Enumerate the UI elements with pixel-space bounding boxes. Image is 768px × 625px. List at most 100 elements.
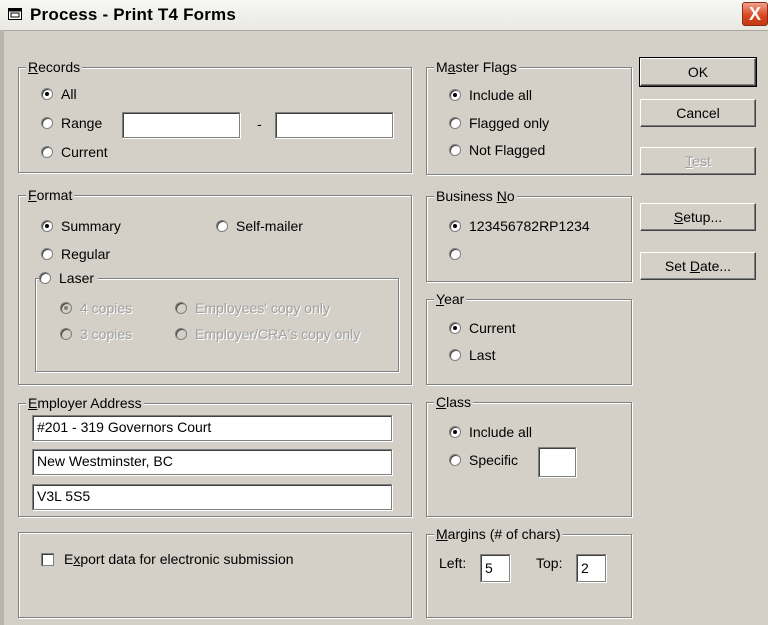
year-last-radio[interactable]: Last xyxy=(449,346,495,364)
ok-button[interactable]: OK xyxy=(639,57,757,87)
year-current-label: Current xyxy=(469,320,516,336)
radio-indicator xyxy=(449,89,461,101)
class-group: Class Include all Specific xyxy=(426,394,632,517)
class-include-all-label: Include all xyxy=(469,424,533,440)
radio-indicator xyxy=(449,248,461,260)
window-title: Process - Print T4 Forms xyxy=(30,5,237,24)
radio-indicator xyxy=(175,328,187,340)
master-not-flagged-label: Not Flagged xyxy=(469,142,546,158)
radio-indicator xyxy=(41,248,53,260)
business-no-option-1-label: 123456782RP1234 xyxy=(469,218,590,234)
format-laser-radio[interactable]: Laser xyxy=(39,269,99,287)
checkbox-indicator xyxy=(41,552,54,566)
master-flagged-only-radio[interactable]: Flagged only xyxy=(449,114,549,132)
format-group: Format Summary Self-mailer Regular Laser… xyxy=(18,187,412,385)
format-regular-label: Regular xyxy=(61,246,111,262)
laser-employees-copy-label: Employees' copy only xyxy=(195,300,330,316)
format-self-mailer-radio[interactable]: Self-mailer xyxy=(216,217,303,235)
radio-indicator xyxy=(449,349,461,361)
business-no-group: Business No 123456782RP1234 xyxy=(426,188,632,282)
format-summary-label: Summary xyxy=(61,218,121,234)
radio-indicator xyxy=(41,146,53,158)
radio-indicator xyxy=(60,302,72,314)
records-all-radio[interactable]: All xyxy=(41,85,77,103)
year-last-label: Last xyxy=(469,347,496,363)
export-group: Export data for electronic submission xyxy=(18,532,412,618)
year-group: Year Current Last xyxy=(426,291,632,385)
year-legend: Year xyxy=(434,291,467,307)
business-no-option-2-radio[interactable] xyxy=(449,245,469,263)
export-checkbox[interactable]: Export data for electronic submission xyxy=(41,550,294,568)
laser-employees-copy-radio: Employees' copy only xyxy=(175,299,330,317)
format-regular-radio[interactable]: Regular xyxy=(41,245,110,263)
records-group: Records All Range - Current xyxy=(18,59,412,173)
margins-left-label: Left: xyxy=(439,555,467,571)
test-button[interactable]: Test xyxy=(640,147,756,175)
laser-3-copies-radio: 3 copies xyxy=(60,325,132,343)
records-current-radio[interactable]: Current xyxy=(41,143,108,161)
laser-4-copies-radio: 4 copies xyxy=(60,299,132,317)
class-specific-radio[interactable]: Specific xyxy=(449,451,518,469)
setup-button[interactable]: Setup... xyxy=(640,203,756,231)
radio-indicator xyxy=(449,220,461,232)
class-legend: Class xyxy=(434,394,474,410)
radio-indicator xyxy=(60,328,72,340)
records-legend: Records xyxy=(26,59,83,75)
cancel-button[interactable]: Cancel xyxy=(640,99,756,127)
master-flags-legend: Master Flags xyxy=(434,59,519,75)
master-flagged-only-label: Flagged only xyxy=(469,115,550,131)
radio-indicator xyxy=(449,454,461,466)
laser-employer-cra-copy-label: Employer/CRA's copy only xyxy=(195,326,361,342)
employer-address-group: Employer Address #201 - 319 Governors Co… xyxy=(18,395,412,517)
master-flags-group: Master Flags Include all Flagged only No… xyxy=(426,59,632,175)
radio-indicator xyxy=(449,322,461,334)
range-to-input[interactable] xyxy=(275,112,393,138)
margins-left-input[interactable]: 5 xyxy=(480,554,510,582)
business-no-option-1-radio[interactable]: 123456782RP1234 xyxy=(449,217,590,235)
radio-indicator xyxy=(449,426,461,438)
close-button[interactable]: X xyxy=(742,2,768,26)
range-from-input[interactable] xyxy=(122,112,240,138)
laser-employer-cra-copy-radio: Employer/CRA's copy only xyxy=(175,325,360,343)
export-label: Export data for electronic submission xyxy=(64,551,294,567)
class-include-all-radio[interactable]: Include all xyxy=(449,423,532,441)
radio-indicator xyxy=(449,117,461,129)
laser-3-copies-label: 3 copies xyxy=(80,326,133,342)
format-laser-label: Laser xyxy=(59,270,95,286)
radio-indicator xyxy=(41,117,53,129)
radio-indicator xyxy=(41,220,53,232)
range-dash: - xyxy=(257,116,262,132)
radio-indicator xyxy=(175,302,187,314)
window-frame xyxy=(0,30,4,625)
master-not-flagged-radio[interactable]: Not Flagged xyxy=(449,141,545,159)
format-self-mailer-label: Self-mailer xyxy=(236,218,303,234)
margins-top-label: Top: xyxy=(536,555,563,571)
radio-indicator xyxy=(449,144,461,156)
records-all-label: All xyxy=(61,86,77,102)
close-icon: X xyxy=(748,4,761,24)
address-line-3-input[interactable]: V3L 5S5 xyxy=(32,484,392,510)
format-summary-radio[interactable]: Summary xyxy=(41,217,121,235)
radio-indicator xyxy=(216,220,228,232)
master-include-all-label: Include all xyxy=(469,87,533,103)
radio-indicator xyxy=(39,272,51,284)
format-legend: Format xyxy=(26,187,75,203)
laser-4-copies-label: 4 copies xyxy=(80,300,133,316)
margins-group: Margins (# of chars) Left: 5 Top: 2 xyxy=(426,526,632,618)
address-line-2-input[interactable]: New Westminster, BC xyxy=(32,449,392,475)
master-include-all-radio[interactable]: Include all xyxy=(449,86,532,104)
address-line-1-input[interactable]: #201 - 319 Governors Court xyxy=(32,415,392,441)
title-bar[interactable]: Process - Print T4 Forms X xyxy=(0,0,768,31)
business-no-legend: Business No xyxy=(434,188,517,204)
records-range-radio[interactable]: Range xyxy=(41,114,102,132)
set-date-button[interactable]: Set Date... xyxy=(640,252,756,280)
class-specific-label: Specific xyxy=(469,452,519,468)
margins-top-input[interactable]: 2 xyxy=(576,554,606,582)
radio-indicator xyxy=(41,88,53,100)
year-current-radio[interactable]: Current xyxy=(449,319,516,337)
records-current-label: Current xyxy=(61,144,108,160)
class-specific-input[interactable] xyxy=(538,447,576,477)
margins-legend: Margins (# of chars) xyxy=(434,526,563,542)
records-range-label: Range xyxy=(61,115,103,131)
laser-subgroup: Laser 4 copies Employees' copy only 3 co… xyxy=(35,269,399,372)
